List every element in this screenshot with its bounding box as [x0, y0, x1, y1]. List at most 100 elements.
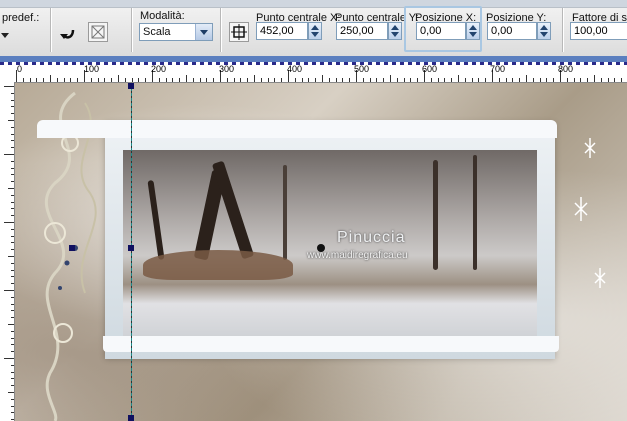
ruler-tick [294, 78, 296, 82]
ruler-tick [11, 106, 14, 108]
preset-dropdown-arrow-icon[interactable] [0, 30, 10, 40]
ruler-tick [233, 78, 235, 82]
snowflake-ornament-right [574, 138, 606, 288]
ruler-tick [124, 78, 126, 82]
ruler-label: 200 [151, 64, 167, 74]
selection-edge [131, 83, 132, 421]
ruler-tick [11, 140, 14, 142]
ruler-tick [396, 78, 398, 82]
chevron-down-icon[interactable] [195, 24, 212, 40]
center-x-input[interactable]: 452,00 [256, 22, 308, 40]
ruler-tick [240, 78, 242, 82]
ruler-tick [11, 228, 14, 230]
ruler-tick [8, 324, 14, 325]
ruler-tick [11, 385, 14, 387]
spin-down-icon[interactable] [540, 32, 548, 37]
ruler-tick [11, 303, 14, 305]
ruler-tick [335, 78, 337, 82]
tree-trunk [147, 179, 165, 261]
ruler-tick [104, 78, 106, 82]
ruler-tick [376, 78, 378, 82]
ruler-tick [29, 78, 31, 82]
ruler-tick [172, 78, 174, 82]
ruler-tick [328, 78, 330, 82]
deform-handle[interactable] [69, 245, 75, 251]
spin-down-icon[interactable] [391, 32, 399, 37]
mode-select[interactable]: Scala [139, 23, 213, 41]
center-point-icon[interactable] [229, 22, 249, 42]
vertical-ruler[interactable] [0, 82, 15, 421]
ruler-tick [526, 75, 527, 82]
ruler-tick [458, 75, 459, 82]
deform-handle[interactable] [128, 245, 134, 251]
position-y-input[interactable]: 0,00 [487, 22, 537, 40]
ruler-tick [50, 75, 51, 82]
ruler-tick [587, 78, 589, 82]
ruler-tick [566, 78, 568, 82]
ruler-tick [8, 120, 14, 121]
ruler-tick [621, 78, 623, 82]
deform-handle[interactable] [128, 83, 134, 89]
ruler-tick [11, 249, 14, 251]
ruler-tick [11, 208, 14, 210]
image-canvas[interactable]: Pinuccia www.maidiregrafica.eu [15, 83, 627, 421]
ruler-tick [131, 78, 133, 82]
spin-up-icon[interactable] [469, 25, 477, 30]
ruler-tick [11, 351, 14, 353]
undo-arrow-icon[interactable] [58, 24, 78, 44]
deform-handle[interactable] [128, 415, 134, 421]
ruler-tick [11, 276, 14, 278]
ruler-tick [281, 78, 283, 82]
position-x-input[interactable]: 0,00 [416, 22, 466, 40]
spin-up-icon[interactable] [311, 25, 319, 30]
spin-up-icon[interactable] [540, 25, 548, 30]
ruler-tick [8, 256, 14, 257]
center-y-input[interactable]: 250,00 [336, 22, 388, 40]
ruler-tick [138, 78, 140, 82]
ruler-label: 700 [490, 64, 506, 74]
ruler-tick [11, 99, 14, 101]
snow-edge-top [37, 120, 557, 138]
ruler-tick [199, 78, 201, 82]
position-y-spinner[interactable] [537, 22, 551, 40]
ruler-label: 0 [17, 64, 23, 74]
ruler-tick [512, 78, 514, 82]
ruler-tick [11, 269, 14, 271]
deform-apply-icon[interactable] [88, 22, 108, 42]
spin-up-icon[interactable] [391, 25, 399, 30]
ruler-tick [11, 126, 14, 128]
tree-trunk [473, 155, 477, 270]
ruler-tick [11, 174, 14, 176]
ruler-tick [63, 78, 65, 82]
ruler-tick [498, 78, 500, 82]
ruler-tick [342, 78, 344, 82]
ruler-tick [11, 330, 14, 332]
center-x-spinner[interactable] [308, 22, 322, 40]
ruler-tick [11, 337, 14, 339]
spin-down-icon[interactable] [311, 32, 319, 37]
position-x-spinner[interactable] [466, 22, 480, 40]
ruler-tick [11, 133, 14, 135]
ruler-tick [43, 78, 45, 82]
ruler-tick [4, 222, 14, 223]
ruler-tick [11, 283, 14, 285]
ruler-tick [464, 78, 466, 82]
ruler-tick [471, 78, 473, 82]
tool-options-bar: predef.: Modalità: Scala Punto centrale … [0, 0, 627, 57]
ruler-tick [186, 75, 187, 82]
ruler-tick [118, 75, 119, 82]
ruler-tick [11, 262, 14, 264]
ruler-tick [390, 75, 391, 82]
ruler-tick [8, 188, 14, 189]
ruler-tick [22, 78, 24, 82]
center-y-spinner[interactable] [388, 22, 402, 40]
ruler-tick [11, 167, 14, 169]
scale-factor-input[interactable]: 100,00 [570, 22, 627, 40]
pivot-point-icon[interactable] [317, 244, 325, 252]
ruler-tick [11, 113, 14, 115]
ruler-tick [451, 78, 453, 82]
ruler-tick [573, 78, 575, 82]
horizontal-ruler[interactable]: 0 100 200 300 400 500 600 700 800 [0, 56, 627, 83]
spin-down-icon[interactable] [469, 32, 477, 37]
ruler-tick [11, 215, 14, 217]
